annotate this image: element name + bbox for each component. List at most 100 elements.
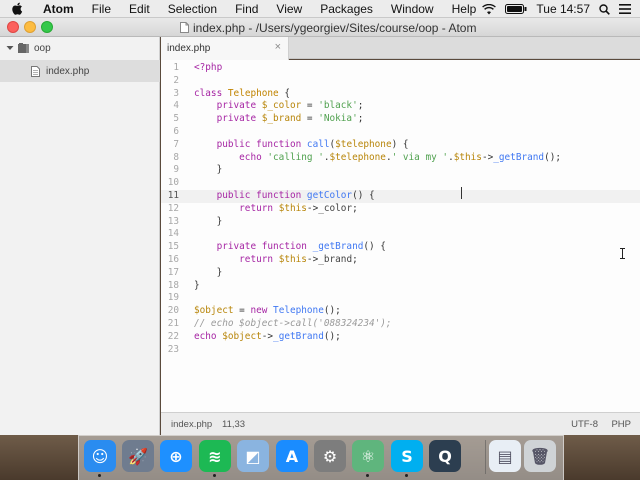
line-number[interactable]: 8 — [161, 152, 179, 165]
line-number[interactable]: 2 — [161, 75, 179, 88]
menu-selection[interactable]: Selection — [159, 0, 226, 18]
code-line-9[interactable]: 9 } — [161, 164, 640, 177]
code-text[interactable]: <?php — [194, 62, 222, 75]
code-text[interactable]: } — [194, 280, 200, 293]
code-line-22[interactable]: 22 echo $object->_getBrand(); — [161, 331, 640, 344]
code-text[interactable]: // echo $object->call('088324234'); — [194, 318, 392, 331]
spotify-icon[interactable]: ≋ — [199, 440, 231, 472]
line-number[interactable]: 3 — [161, 88, 179, 101]
code-text[interactable]: } — [194, 216, 223, 229]
code-line-4[interactable]: 4 private $_color = 'black'; — [161, 100, 640, 113]
code-text[interactable]: return $this->_color; — [194, 203, 358, 216]
code-text[interactable]: return $this->_brand; — [194, 254, 358, 267]
line-number[interactable]: 22 — [161, 331, 179, 344]
code-line-3[interactable]: 3 class Telephone { — [161, 88, 640, 101]
status-cursor-position[interactable]: 11,33 — [222, 419, 245, 430]
line-number[interactable]: 14 — [161, 228, 179, 241]
preview-icon[interactable]: ◩ — [237, 440, 269, 472]
menu-app-name[interactable]: Atom — [34, 0, 83, 18]
code-line-18[interactable]: 18} — [161, 280, 640, 293]
code-line-11[interactable]: 11 public function getColor() { — [161, 190, 640, 203]
line-number[interactable]: 23 — [161, 344, 179, 357]
line-number[interactable]: 1 — [161, 62, 179, 75]
battery-icon[interactable] — [505, 4, 527, 14]
code-text[interactable]: private function _getBrand() { — [194, 241, 386, 254]
notification-center-icon[interactable] — [619, 4, 631, 14]
window-close-button[interactable] — [7, 21, 19, 33]
code-line-20[interactable]: 20 $object = new Telephone(); — [161, 305, 640, 318]
line-number[interactable]: 7 — [161, 139, 179, 152]
menu-view[interactable]: View — [267, 0, 311, 18]
line-number[interactable]: 20 — [161, 305, 179, 318]
status-grammar[interactable]: PHP — [611, 419, 631, 430]
code-editor[interactable]: 1 <?php 2 3 class Telephone {4 private $_col… — [161, 60, 640, 412]
trash-icon[interactable]: 🗑 — [524, 440, 556, 472]
code-text[interactable]: } — [194, 267, 223, 280]
code-line-12[interactable]: 12 return $this->_color; — [161, 203, 640, 216]
line-number[interactable]: 18 — [161, 280, 179, 293]
status-file-name[interactable]: index.php — [171, 419, 212, 430]
line-number[interactable]: 17 — [161, 267, 179, 280]
quicktime-icon[interactable]: Q — [429, 440, 461, 472]
tree-root-folder[interactable]: oop — [0, 37, 160, 59]
code-text[interactable]: echo 'calling '.$telephone.' via my '.$t… — [194, 152, 561, 165]
code-line-7[interactable]: 7 public function call($telephone) { — [161, 139, 640, 152]
code-text[interactable]: public function call($telephone) { — [194, 139, 409, 152]
menu-help[interactable]: Help — [443, 0, 486, 18]
wifi-icon[interactable] — [482, 3, 497, 15]
window-zoom-button[interactable] — [41, 21, 53, 33]
line-number[interactable]: 13 — [161, 216, 179, 229]
line-number[interactable]: 15 — [161, 241, 179, 254]
menu-edit[interactable]: Edit — [120, 0, 159, 18]
chevron-down-icon[interactable] — [6, 44, 14, 52]
code-line-23[interactable]: 23 — [161, 344, 640, 357]
safari-icon[interactable]: ⊕ — [160, 440, 192, 472]
code-line-5[interactable]: 5 private $_brand = 'Nokia'; — [161, 113, 640, 126]
code-line-1[interactable]: 1 <?php — [161, 62, 640, 75]
code-text[interactable]: private $_brand = 'Nokia'; — [194, 113, 364, 126]
system-preferences-icon[interactable]: ⚙ — [314, 440, 346, 472]
tree-file-item[interactable]: index.php — [0, 60, 160, 82]
code-line-14[interactable]: 14 — [161, 228, 640, 241]
code-text[interactable]: private $_color = 'black'; — [194, 100, 364, 113]
code-line-16[interactable]: 16 return $this->_brand; — [161, 254, 640, 267]
archive-file-icon[interactable]: ▤ — [489, 440, 521, 472]
line-number[interactable]: 4 — [161, 100, 179, 113]
line-number[interactable]: 5 — [161, 113, 179, 126]
spotlight-search-icon[interactable] — [599, 3, 610, 15]
launchpad-icon[interactable]: 🚀 — [122, 440, 154, 472]
menu-find[interactable]: Find — [226, 0, 267, 18]
code-line-8[interactable]: 8 echo 'calling '.$telephone.' via my '.… — [161, 152, 640, 165]
code-text[interactable]: public function getColor() { — [194, 190, 375, 203]
skype-icon[interactable]: S — [391, 440, 423, 472]
code-text[interactable]: echo $object->_getBrand(); — [194, 331, 341, 344]
menu-bar-clock[interactable]: Tue 14:57 — [536, 2, 590, 16]
menu-file[interactable]: File — [83, 0, 120, 18]
document-proxy-icon[interactable] — [180, 22, 189, 33]
code-line-15[interactable]: 15 private function _getBrand() { — [161, 241, 640, 254]
tab-close-icon[interactable]: × — [275, 42, 281, 53]
line-number[interactable]: 19 — [161, 292, 179, 305]
line-number[interactable]: 12 — [161, 203, 179, 216]
line-number[interactable]: 9 — [161, 164, 179, 177]
code-line-6[interactable]: 6 — [161, 126, 640, 139]
app-store-icon[interactable]: A — [276, 440, 308, 472]
apple-icon[interactable] — [10, 2, 24, 16]
code-text[interactable]: $object = new Telephone(); — [194, 305, 341, 318]
menu-window[interactable]: Window — [382, 0, 443, 18]
tab-index-php[interactable]: index.php × — [161, 37, 289, 60]
line-number[interactable]: 16 — [161, 254, 179, 267]
line-number[interactable]: 10 — [161, 177, 179, 190]
window-minimize-button[interactable] — [24, 21, 36, 33]
code-line-13[interactable]: 13 } — [161, 216, 640, 229]
code-line-21[interactable]: 21 // echo $object->call('088324234'); — [161, 318, 640, 331]
finder-icon[interactable]: ☺ — [84, 440, 116, 472]
line-number[interactable]: 21 — [161, 318, 179, 331]
line-number[interactable]: 6 — [161, 126, 179, 139]
code-text[interactable]: class Telephone { — [194, 88, 290, 101]
atom-icon[interactable]: ⚛ — [352, 440, 384, 472]
code-line-10[interactable]: 10 — [161, 177, 640, 190]
status-encoding[interactable]: UTF-8 — [571, 419, 598, 430]
code-line-2[interactable]: 2 — [161, 75, 640, 88]
menu-packages[interactable]: Packages — [311, 0, 382, 18]
